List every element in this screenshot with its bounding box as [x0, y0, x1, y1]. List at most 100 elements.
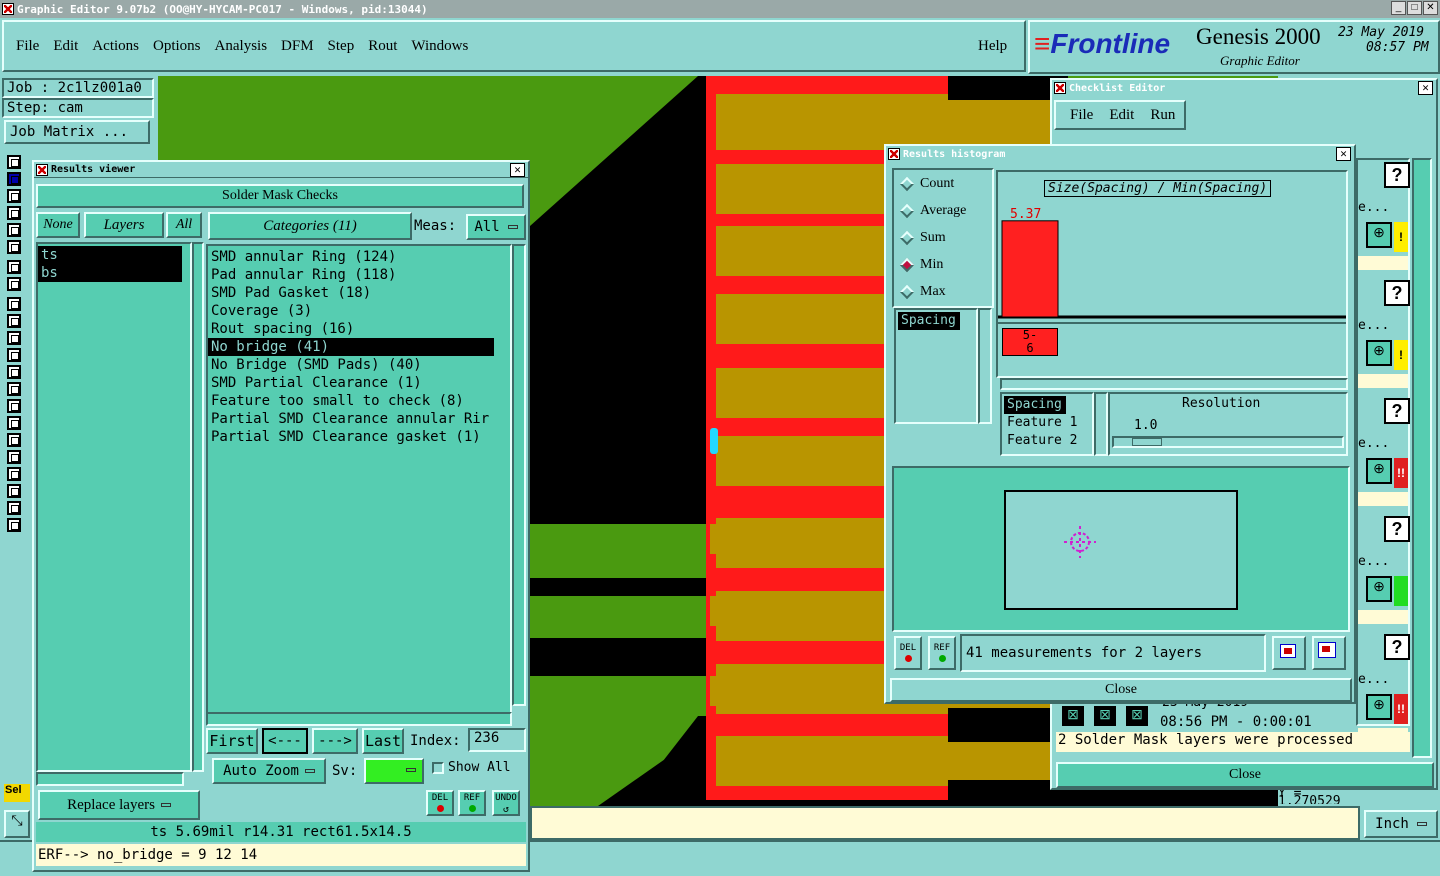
menu-file[interactable]: File: [16, 38, 39, 55]
layer-toggle-icon[interactable]: [7, 450, 21, 464]
layer-toggle-icon[interactable]: [7, 331, 21, 345]
field-item[interactable]: Feature 2: [1004, 432, 1090, 450]
run-icon[interactable]: ⊠: [1092, 704, 1118, 728]
category-item[interactable]: Partial SMD Clearance annular Rir: [208, 410, 510, 428]
histogram-titlebar[interactable]: Results histogram ✕: [886, 146, 1354, 162]
slider-handle[interactable]: [1132, 438, 1162, 446]
layer-list-scrollbar[interactable]: [192, 242, 204, 772]
bin-label[interactable]: 5-6: [1002, 328, 1058, 356]
undo-button[interactable]: UNDO ↺: [492, 790, 520, 816]
minimize-icon[interactable]: _: [1391, 1, 1406, 15]
category-item[interactable]: Coverage (3): [208, 302, 510, 320]
zoom-icon[interactable]: ⊕: [1366, 576, 1392, 602]
category-list-scrollbar[interactable]: [512, 244, 526, 706]
close-icon[interactable]: ✕: [1418, 81, 1433, 95]
zoom-icon[interactable]: ⊕: [1366, 222, 1392, 248]
menu-rout[interactable]: Rout: [368, 38, 397, 55]
menu-options[interactable]: Options: [153, 38, 201, 55]
option-count[interactable]: Count: [894, 170, 992, 197]
layer-toggle-icon[interactable]: [7, 206, 21, 220]
category-item[interactable]: No Bridge (SMD Pads) (40): [208, 356, 510, 374]
first-button[interactable]: First: [206, 728, 258, 754]
category-item[interactable]: SMD Pad Gasket (18): [208, 284, 510, 302]
categories-button[interactable]: Categories (11): [208, 212, 412, 240]
radio-icon[interactable]: [899, 284, 915, 299]
del-button[interactable]: DEL: [426, 790, 454, 816]
help-icon[interactable]: ?: [1384, 162, 1410, 188]
category-item[interactable]: No bridge (41): [208, 338, 494, 356]
checklist-menu-edit[interactable]: Edit: [1109, 107, 1134, 124]
right-list-scrollbar[interactable]: [1094, 392, 1108, 456]
checklist-menu-file[interactable]: File: [1070, 107, 1093, 124]
category-item[interactable]: Pad annular Ring (118): [208, 266, 510, 284]
layer-item-bs[interactable]: bs: [38, 264, 182, 282]
category-list-hscrollbar[interactable]: [206, 712, 512, 726]
ref-button[interactable]: REF: [458, 790, 486, 816]
meas-select[interactable]: All: [466, 214, 526, 240]
radio-icon[interactable]: [899, 203, 915, 218]
run-icon[interactable]: ⊠: [1124, 704, 1150, 728]
checklist-scrollbar[interactable]: [1412, 158, 1432, 758]
option-min[interactable]: Min: [894, 251, 992, 278]
layer-toggle-icon[interactable]: [7, 501, 21, 515]
option-max[interactable]: Max: [894, 278, 992, 305]
layer-toggle-icon[interactable]: [7, 189, 21, 203]
field-item[interactable]: Feature 1: [1004, 414, 1090, 432]
menu-step[interactable]: Step: [328, 38, 355, 55]
menu-analysis[interactable]: Analysis: [215, 38, 268, 55]
results-viewer-titlebar[interactable]: Results viewer ✕: [34, 162, 528, 178]
last-button[interactable]: Last: [362, 728, 404, 754]
help-icon[interactable]: ?: [1384, 398, 1410, 424]
layer-toggle-icon[interactable]: [7, 314, 21, 328]
field-item-spacing[interactable]: Spacing: [898, 312, 960, 330]
window-controls[interactable]: _ □ ✕: [1391, 1, 1438, 15]
layer-item-ts[interactable]: ts: [38, 246, 182, 264]
layer-toggle-icon[interactable]: [7, 172, 21, 186]
prev-button[interactable]: <---: [262, 728, 308, 754]
show-all-checkbox[interactable]: [432, 762, 444, 774]
radio-icon[interactable]: [899, 176, 915, 191]
category-item[interactable]: Rout spacing (16): [208, 320, 510, 338]
units-select[interactable]: Inch: [1364, 810, 1438, 838]
layer-list-hscrollbar[interactable]: [36, 772, 184, 786]
index-input[interactable]: 236: [468, 728, 526, 752]
layer-toggle-icon[interactable]: [7, 433, 21, 447]
category-item[interactable]: SMD Partial Clearance (1): [208, 374, 510, 392]
checklist-menu-run[interactable]: Run: [1150, 107, 1175, 124]
chart-compare-icon[interactable]: [1312, 636, 1346, 670]
zoom-tool-icon[interactable]: ⤡: [4, 810, 30, 838]
checklist-close-button[interactable]: Close: [1056, 762, 1434, 788]
option-average[interactable]: Average: [894, 197, 992, 224]
histogram-hscrollbar[interactable]: [1000, 378, 1348, 390]
chart-export-icon[interactable]: [1272, 636, 1306, 670]
run-icon[interactable]: ⊠: [1060, 704, 1086, 728]
histogram-bar[interactable]: [1001, 220, 1059, 318]
layer-toggle-icon[interactable]: [7, 223, 21, 237]
layer-toggle-icon[interactable]: [7, 416, 21, 430]
resolution-slider[interactable]: [1112, 436, 1344, 448]
command-line[interactable]: [530, 806, 1360, 840]
layer-toggle-icon[interactable]: [7, 365, 21, 379]
job-matrix-button[interactable]: Job Matrix ...: [4, 120, 150, 144]
option-sum[interactable]: Sum: [894, 224, 992, 251]
radio-icon[interactable]: [899, 257, 915, 272]
zoom-icon[interactable]: ⊕: [1366, 458, 1392, 484]
layer-toggle-icon[interactable]: [7, 467, 21, 481]
layer-toggle-icon[interactable]: [7, 382, 21, 396]
left-list-scrollbar[interactable]: [978, 308, 992, 424]
layer-toggle-icon[interactable]: [7, 297, 21, 311]
menu-actions[interactable]: Actions: [92, 38, 139, 55]
histogram-close-button[interactable]: Close: [890, 678, 1352, 702]
histogram-del-button[interactable]: DEL: [894, 636, 922, 670]
layer-toggle-icon[interactable]: [7, 260, 21, 274]
menu-windows[interactable]: Windows: [411, 38, 468, 55]
all-button[interactable]: All: [166, 212, 202, 238]
maximize-icon[interactable]: □: [1407, 1, 1422, 15]
close-icon[interactable]: ✕: [1336, 147, 1351, 161]
layer-toggle-icon[interactable]: [7, 277, 21, 291]
none-button[interactable]: None: [36, 212, 80, 238]
field-item[interactable]: Spacing: [1004, 396, 1066, 414]
close-icon[interactable]: ✕: [510, 163, 525, 177]
layer-toggle-icon[interactable]: [7, 155, 21, 169]
menu-dfm[interactable]: DFM: [281, 38, 314, 55]
